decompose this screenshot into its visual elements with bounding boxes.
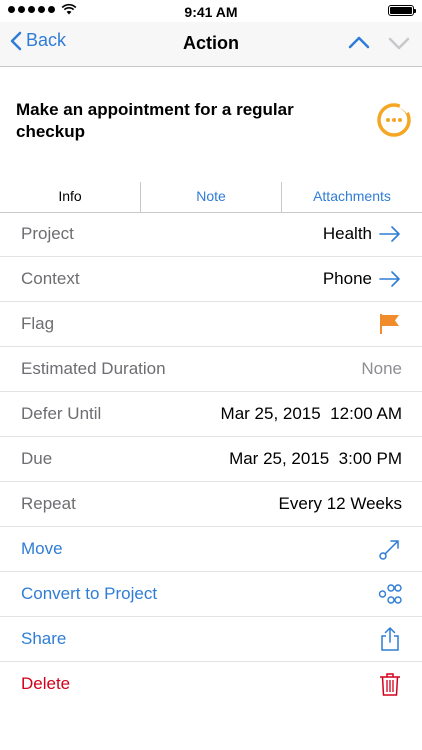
share-button[interactable]: Share	[21, 629, 66, 649]
delete-row[interactable]: Delete	[0, 662, 422, 706]
tab-attachments[interactable]: Attachments	[282, 182, 422, 212]
trash-icon[interactable]	[378, 672, 402, 696]
detail-list: Project Health Context Phone Flag Estima…	[0, 212, 422, 706]
convert-to-project-row[interactable]: Convert to Project	[0, 572, 422, 617]
due-label: Due	[21, 449, 53, 468]
flag-label: Flag	[21, 314, 55, 333]
battery-icon	[388, 5, 416, 16]
tab-note[interactable]: Note	[141, 182, 282, 212]
flag-icon[interactable]	[378, 312, 402, 336]
estimated-duration-row[interactable]: Estimated Duration None	[0, 347, 422, 392]
arrow-right-icon[interactable]	[378, 222, 402, 246]
context-value: Phone	[322, 269, 372, 288]
project-value: Health	[322, 224, 372, 243]
context-row[interactable]: Context Phone	[0, 257, 422, 302]
move-row[interactable]: Move	[0, 527, 422, 572]
context-label: Context	[21, 269, 80, 288]
status-bar: 9:41 AM	[0, 0, 422, 22]
move-button[interactable]: Move	[21, 539, 63, 559]
convert-to-project-button[interactable]: Convert to Project	[21, 584, 157, 604]
repeat-label: Repeat	[21, 494, 76, 513]
previous-item-button[interactable]	[348, 32, 370, 54]
task-title[interactable]: Make an appointment for a regular checku…	[16, 99, 316, 143]
next-item-button[interactable]	[388, 32, 410, 54]
project-icon[interactable]	[378, 582, 402, 606]
move-icon[interactable]	[378, 537, 402, 561]
task-header: Make an appointment for a regular checku…	[0, 66, 422, 182]
arrow-right-icon[interactable]	[378, 267, 402, 291]
status-circle-icon[interactable]	[376, 102, 412, 138]
defer-until-row[interactable]: Defer Until Mar 25, 2015 12:00 AM	[0, 392, 422, 437]
segmented-tabs: Info Note Attachments	[0, 182, 422, 213]
defer-until-value: Mar 25, 2015 12:00 AM	[220, 404, 402, 423]
share-icon[interactable]	[378, 627, 402, 651]
defer-until-label: Defer Until	[21, 404, 102, 423]
due-value: Mar 25, 2015 3:00 PM	[229, 449, 402, 468]
item-navigation	[348, 32, 410, 54]
tab-info[interactable]: Info	[0, 182, 141, 212]
flag-row[interactable]: Flag	[0, 302, 422, 347]
delete-button[interactable]: Delete	[21, 674, 70, 694]
status-time: 9:41 AM	[184, 4, 238, 20]
project-label: Project	[21, 224, 74, 243]
repeat-row[interactable]: Repeat Every 12 Weeks	[0, 482, 422, 527]
share-row[interactable]: Share	[0, 617, 422, 662]
estimated-duration-label: Estimated Duration	[21, 359, 166, 378]
navigation-bar: Back Action	[0, 22, 422, 67]
due-row[interactable]: Due Mar 25, 2015 3:00 PM	[0, 437, 422, 482]
estimated-duration-value: None	[361, 359, 402, 378]
project-row[interactable]: Project Health	[0, 212, 422, 257]
repeat-value: Every 12 Weeks	[278, 494, 402, 513]
